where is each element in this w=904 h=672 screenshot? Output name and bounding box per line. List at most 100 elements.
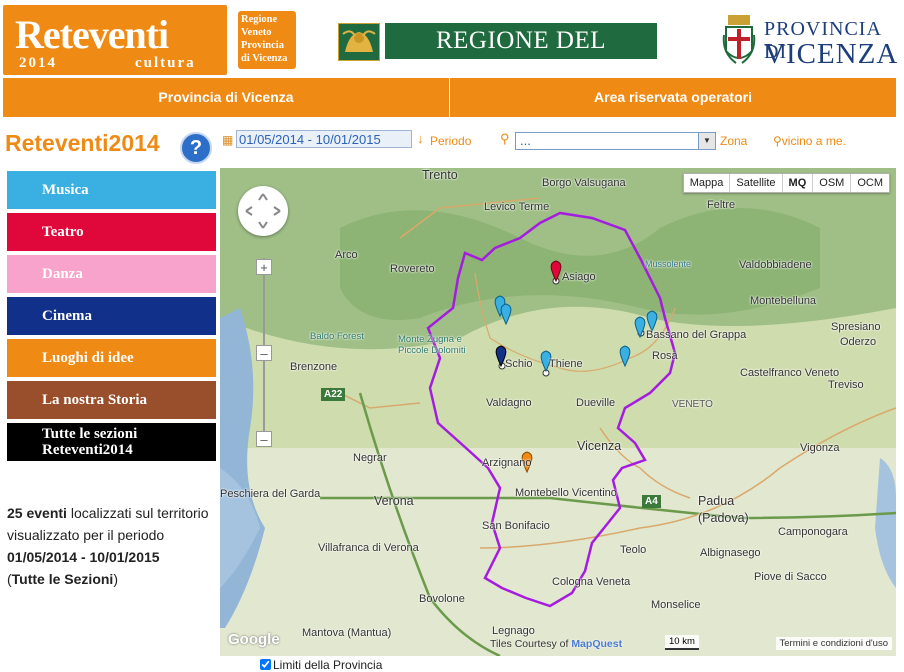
- place-label: Monte Zugna e Piccole Dolomiti: [398, 334, 466, 356]
- pan-control[interactable]: [238, 186, 288, 236]
- highway-label: A4: [642, 495, 661, 508]
- map-type-satellite[interactable]: Satellite: [729, 174, 781, 192]
- place-label: Spresiano: [831, 321, 881, 333]
- place-label: Rosà: [652, 350, 678, 362]
- regione-box-line: di Vicenza: [241, 53, 288, 64]
- place-label: Brenzone: [290, 361, 338, 373]
- place-label: Cologna Veneta: [552, 576, 631, 588]
- category-cinema-button[interactable]: Cinema: [7, 297, 216, 335]
- map-type-osm[interactable]: OSM: [812, 174, 850, 192]
- results-summary: 25 eventi localizzati sul territorio vis…: [7, 502, 212, 590]
- pan-arrows-icon: [245, 193, 281, 229]
- place-label: Camponogara: [778, 526, 848, 538]
- near-me-link[interactable]: ⚲vicino a me.: [773, 134, 846, 148]
- place-label: Vigonza: [800, 442, 840, 454]
- place-label: Teolo: [620, 544, 647, 556]
- category-list: Musica Teatro Danza Cinema Luoghi di ide…: [7, 171, 216, 465]
- reteventi-logo[interactable]: Reteventi 2014 cultura: [3, 5, 227, 75]
- chevron-down-icon[interactable]: ▼: [698, 133, 715, 149]
- place-label: Verona: [374, 494, 414, 508]
- tiles-attribution: Tiles Courtesy of MapQuest: [490, 638, 622, 650]
- nav-area-riservata[interactable]: Area riservata operatori: [450, 78, 896, 117]
- place-label: Monselice: [651, 599, 701, 611]
- place-label: Trento: [422, 168, 458, 182]
- place-label: Arzignano: [482, 457, 532, 469]
- calendar-icon[interactable]: ▦: [222, 133, 233, 147]
- place-label: Levico Terme: [484, 201, 550, 213]
- place-label: Arco: [335, 249, 358, 261]
- logo-title: Reteventi: [15, 12, 169, 57]
- date-range-input[interactable]: 01/05/2014 - 10/01/2015: [236, 130, 412, 148]
- event-map[interactable]: Trento Borgo Valsugana Levico Terme Felt…: [220, 168, 896, 656]
- place-label: Padua (Padova): [698, 494, 749, 525]
- place-label: Mantova (Mantua): [302, 627, 392, 639]
- place-label: Oderzo: [840, 336, 877, 348]
- category-teatro-button[interactable]: Teatro: [7, 213, 216, 251]
- site-header: Reteventi 2014 cultura Regione Veneto Pr…: [0, 0, 904, 90]
- category-tutte-le-sezioni-button[interactable]: Tutte le sezioni Reteventi2014: [7, 423, 216, 461]
- regione-box-line: Provincia: [241, 40, 284, 51]
- zoom-slider-handle[interactable]: –: [256, 345, 272, 361]
- place-label: Asiago: [562, 271, 596, 283]
- province-limits-checkbox[interactable]: [260, 659, 271, 670]
- place-label: Feltre: [707, 199, 736, 211]
- main-nav: Provincia di Vicenza Area riservata oper…: [3, 78, 896, 117]
- category-musica-button[interactable]: Musica: [7, 171, 216, 209]
- place-label: Thiene: [549, 358, 583, 370]
- place-label: Bovolone: [419, 593, 465, 605]
- map-pin-icon: ⚲: [500, 131, 510, 146]
- place-label: Vicenza: [577, 439, 622, 453]
- regione-box-line: Veneto: [241, 27, 272, 38]
- place-label: Legnago: [492, 625, 535, 637]
- near-me-label: vicino a me.: [781, 134, 846, 148]
- place-label: Valdobbiadene: [739, 259, 812, 271]
- logo-subtitle: cultura: [135, 55, 196, 71]
- place-label: VENETO: [672, 399, 713, 410]
- event-count: 25 eventi: [7, 505, 67, 521]
- logo-year: 2014: [19, 55, 57, 71]
- place-label: Schio: [505, 358, 533, 370]
- regione-veneto-banner[interactable]: REGIONE DEL VENETO: [385, 23, 657, 90]
- map-type-mq[interactable]: MQ: [781, 174, 813, 192]
- category-luoghi-di-idee-button[interactable]: Luoghi di idee: [7, 339, 216, 377]
- place-label: Dueville: [576, 397, 616, 409]
- zoom-in-button[interactable]: +: [256, 259, 272, 275]
- place-label: Baldo Forest: [310, 331, 364, 342]
- place-label: Castelfranco Veneto: [740, 367, 840, 379]
- regione-box-line: Regione: [241, 14, 278, 25]
- province-limits-label: Limiti della Provincia: [273, 658, 383, 672]
- place-label: Montebelluna: [750, 295, 817, 307]
- nav-provincia-di-vicenza[interactable]: Provincia di Vicenza: [3, 78, 450, 117]
- regione-provincia-box: Regione Veneto Provincia di Vicenza: [238, 11, 296, 69]
- provincia-title-line2: VICENZA: [764, 38, 899, 70]
- arrow-down-icon[interactable]: ↓: [417, 131, 424, 146]
- map-type-ocm[interactable]: OCM: [850, 174, 889, 192]
- place-label: Borgo Valsugana: [542, 177, 626, 189]
- place-label: Bassano del Grappa: [646, 329, 747, 341]
- place-label: Albignasego: [700, 547, 761, 559]
- zone-select[interactable]: ... ▼: [515, 132, 716, 150]
- map-terms-link[interactable]: Termini e condizioni d'uso: [775, 637, 892, 650]
- help-icon[interactable]: ?: [180, 132, 212, 164]
- place-label: Negrar: [353, 452, 387, 464]
- place-label: Piove di Sacco: [754, 571, 827, 583]
- summary-sections: Tutte le Sezioni: [11, 571, 114, 587]
- province-limits-toggle[interactable]: Limiti della Provincia: [260, 658, 382, 672]
- map-scale: 10 km: [665, 635, 699, 650]
- lion-of-venice-icon: [338, 23, 380, 61]
- category-danza-button[interactable]: Danza: [7, 255, 216, 293]
- map-type-switcher: Mappa Satellite MQ OSM OCM: [682, 173, 890, 193]
- summary-period: 01/05/2014 - 10/01/2015: [7, 549, 160, 565]
- place-label: Peschiera del Garda: [220, 488, 321, 500]
- map-type-mappa[interactable]: Mappa: [684, 174, 730, 192]
- zoom-out-button[interactable]: –: [256, 431, 272, 447]
- mapquest-link[interactable]: MapQuest: [571, 638, 622, 650]
- zone-select-value: ...: [520, 133, 531, 148]
- place-label: Rovereto: [390, 263, 435, 275]
- tiles-prefix: Tiles Courtesy of: [490, 638, 572, 650]
- periodo-link[interactable]: Periodo: [430, 134, 471, 148]
- category-la-nostra-storia-button[interactable]: La nostra Storia: [7, 381, 216, 419]
- place-label: Villafranca di Verona: [318, 542, 419, 554]
- summary-close: ): [113, 571, 118, 587]
- google-logo[interactable]: Google: [228, 631, 280, 648]
